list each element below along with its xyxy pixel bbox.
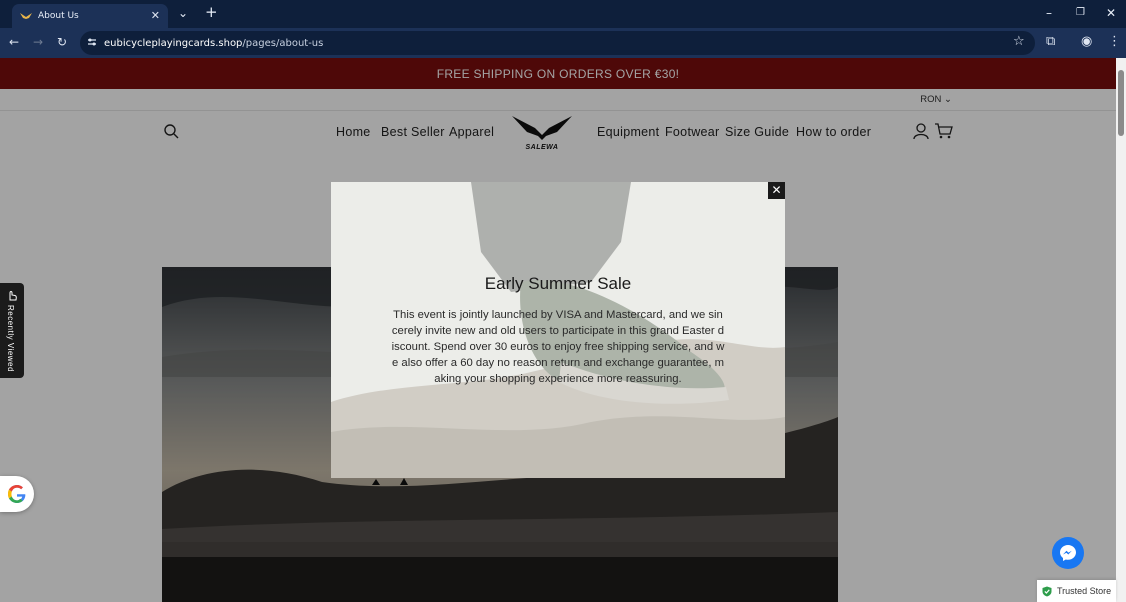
- reload-icon[interactable]: ↻: [57, 35, 67, 49]
- recently-viewed-label: Recently Viewed: [6, 305, 15, 372]
- google-logo-icon: [8, 485, 26, 503]
- messenger-chat-button[interactable]: [1052, 537, 1084, 569]
- url-host: eubicycleplayingcards.shop: [104, 37, 243, 49]
- messenger-icon: [1060, 545, 1076, 561]
- close-icon: ✕: [771, 183, 782, 197]
- address-bar[interactable]: eubicycleplayingcards.shop/pages/about-u…: [80, 31, 1035, 55]
- popup-body: This event is jointly launched by VISA a…: [391, 309, 725, 385]
- recently-viewed-tab[interactable]: Recently Viewed: [0, 283, 24, 378]
- browser-tabstrip: About Us ✕ ⌄ + – ❐ ✕: [0, 0, 1126, 28]
- hand-pointer-icon: [9, 291, 17, 301]
- minimize-icon[interactable]: –: [1046, 6, 1052, 20]
- window-close-icon[interactable]: ✕: [1106, 6, 1116, 20]
- menu-dots-icon[interactable]: ⋮: [1108, 34, 1121, 49]
- trusted-store-label: Trusted Store: [1057, 586, 1112, 596]
- popup-close-button[interactable]: ✕: [768, 182, 785, 199]
- tab-close-icon[interactable]: ✕: [151, 9, 160, 22]
- scrollbar-thumb[interactable]: [1118, 70, 1124, 136]
- salewa-favicon-icon: [20, 13, 32, 19]
- forward-icon[interactable]: →: [33, 35, 43, 49]
- browser-toolbar: ← → ↻ eubicycleplayingcards.shop/pages/a…: [0, 28, 1126, 58]
- extensions-icon[interactable]: ⧉: [1046, 34, 1055, 49]
- bookmark-star-icon[interactable]: ☆: [1013, 34, 1025, 49]
- shield-check-icon: [1042, 586, 1052, 596]
- browser-tab[interactable]: About Us ✕: [12, 4, 168, 28]
- popup-title: Early Summer Sale: [484, 274, 632, 293]
- profile-icon[interactable]: ◉: [1081, 34, 1092, 49]
- back-icon[interactable]: ←: [9, 35, 19, 49]
- new-tab-icon[interactable]: +: [205, 3, 218, 21]
- page-scrollbar[interactable]: [1116, 58, 1126, 602]
- url-path: /pages/about-us: [242, 37, 324, 49]
- restore-icon[interactable]: ❐: [1076, 7, 1085, 18]
- tab-title: About Us: [38, 11, 79, 21]
- trusted-store-badge[interactable]: Trusted Store: [1037, 580, 1116, 602]
- site-info-icon[interactable]: [87, 37, 97, 47]
- tab-search-chevron-icon[interactable]: ⌄: [178, 6, 188, 20]
- sale-popup: Early Summer Sale This event is jointly …: [331, 182, 785, 478]
